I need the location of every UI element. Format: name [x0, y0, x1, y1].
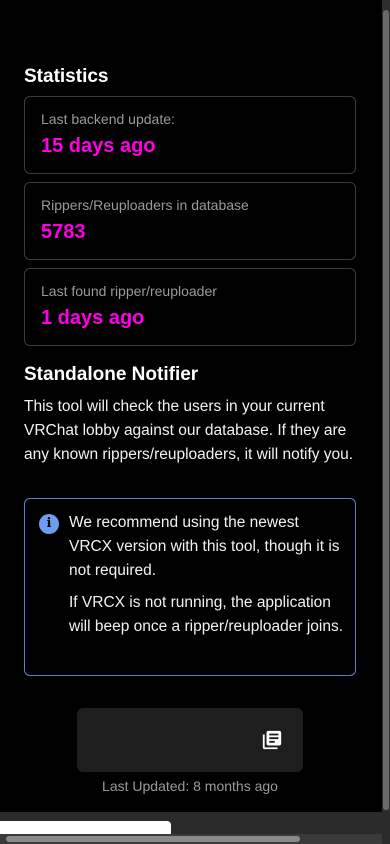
notifier-title: Standalone Notifier	[24, 364, 199, 385]
stat-label: Last backend update:	[41, 111, 175, 127]
stat-card-last-found: Last found ripper/reuploader 1 days ago	[24, 268, 356, 346]
stat-label: Rippers/Reuploaders in database	[41, 197, 249, 213]
stat-card-rippers-count: Rippers/Reuploaders in database 5783	[24, 182, 356, 260]
last-updated-text: Last Updated: 8 months ago	[102, 778, 278, 794]
info-alert: i We recommend using the newest VRCX ver…	[24, 498, 356, 676]
stat-card-last-backend-update: Last backend update: 15 days ago	[24, 96, 356, 174]
stat-value: 1 days ago	[41, 307, 145, 329]
download-button[interactable]	[77, 708, 303, 772]
statistics-title: Statistics	[24, 66, 109, 87]
info-icon: i	[39, 514, 59, 534]
stat-label: Last found ripper/reuploader	[41, 283, 217, 299]
notifier-description: This tool will check the users in your c…	[24, 398, 354, 463]
vertical-scroll-thumb[interactable]	[383, 10, 389, 810]
stat-value: 15 days ago	[41, 135, 156, 157]
horizontal-scroll-thumb[interactable]	[6, 836, 300, 842]
stat-value: 5783	[41, 221, 86, 243]
info-paragraph-1: We recommend using the newest VRCX versi…	[69, 514, 340, 579]
info-paragraph-2: If VRCX is not running, the application …	[69, 594, 343, 635]
library-books-icon	[262, 730, 282, 750]
